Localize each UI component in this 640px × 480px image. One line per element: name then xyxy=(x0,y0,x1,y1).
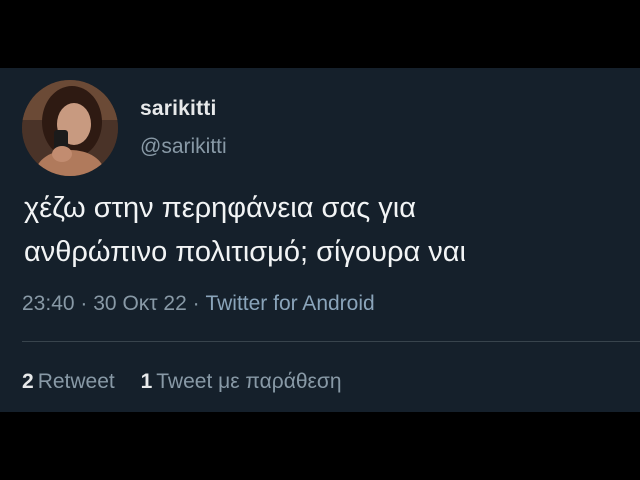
retweet-label: Retweet xyxy=(37,370,115,393)
meta-separator: · xyxy=(192,292,200,315)
divider xyxy=(22,341,640,342)
meta-separator: · xyxy=(80,292,88,315)
tweet-meta: 23:40 · 30 Οκτ 22 · Twitter for Android xyxy=(22,292,375,316)
tweet-text-line-1: χέζω στην περηφάνεια σας για xyxy=(24,192,416,224)
tweet-card: sarikitti @sarikitti χέζω στην περηφάνει… xyxy=(0,68,640,412)
quote-tweets-stat[interactable]: 1 Tweet με παράθεση xyxy=(141,370,342,393)
quote-count: 1 xyxy=(140,370,153,393)
display-name[interactable]: sarikitti xyxy=(140,97,217,121)
quote-label: Tweet με παράθεση xyxy=(156,370,342,393)
screenshot-frame: sarikitti @sarikitti χέζω στην περηφάνει… xyxy=(0,0,640,480)
tweet-time[interactable]: 23:40 xyxy=(22,292,75,315)
avatar[interactable] xyxy=(22,80,118,176)
user-handle[interactable]: @sarikitti xyxy=(140,135,227,159)
tweet-text: χέζω στην περηφάνεια σας για ανθρώπινο π… xyxy=(24,186,634,274)
tweet-text-line-2: ανθρώπινο πολιτισμό; σίγουρα ναι xyxy=(24,236,466,268)
avatar-image xyxy=(22,80,118,176)
tweet-stats: 2 Retweet 1 Tweet με παράθεση xyxy=(22,370,362,394)
retweets-stat[interactable]: 2 Retweet xyxy=(22,370,115,393)
tweet-date[interactable]: 30 Οκτ 22 xyxy=(93,292,187,315)
tweet-source-link[interactable]: Twitter for Android xyxy=(205,292,374,315)
retweet-count: 2 xyxy=(22,370,34,393)
